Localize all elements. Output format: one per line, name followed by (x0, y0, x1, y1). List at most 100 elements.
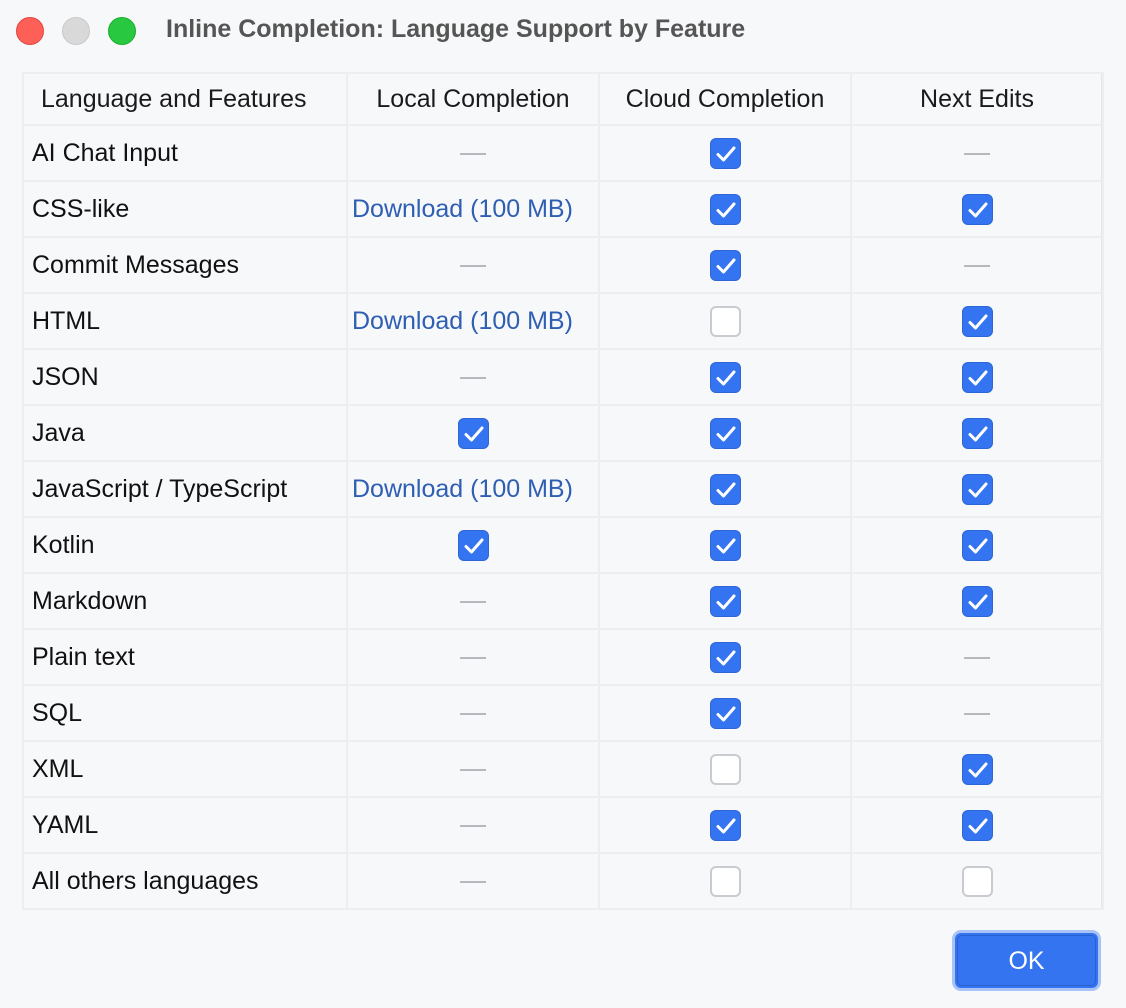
checkmark-icon (968, 482, 987, 497)
language-name-cell: Markdown (22, 572, 348, 630)
language-name-cell: Java (22, 404, 348, 462)
cloud-completion-cell (598, 460, 852, 518)
table-row: JSON (22, 348, 1104, 406)
cloud-completion-checkbox[interactable] (709, 361, 741, 393)
cloud-completion-cell (598, 572, 852, 630)
next-edits-cell (850, 124, 1104, 182)
cloud-completion-checkbox[interactable] (709, 753, 741, 785)
next-edits-cell (850, 292, 1104, 350)
next-edits-cell (850, 180, 1104, 238)
table-row: Plain text (22, 628, 1104, 686)
zoom-window-button[interactable] (108, 17, 136, 45)
language-name-cell: CSS-like (22, 180, 348, 238)
cloud-completion-checkbox[interactable] (709, 529, 741, 561)
language-name-cell: JSON (22, 348, 348, 406)
language-name-cell: SQL (22, 684, 348, 742)
language-name-cell: Plain text (22, 628, 348, 686)
language-name-cell: JavaScript / TypeScript (22, 460, 348, 518)
column-header-language: Language and Features (22, 72, 348, 126)
download-link[interactable]: Download (100 MB) (352, 307, 573, 335)
local-completion-cell (346, 684, 600, 742)
cloud-completion-checkbox[interactable] (709, 697, 741, 729)
checkmark-icon (968, 538, 987, 553)
table-row: JavaScript / TypeScript Download (100 MB) (22, 460, 1104, 518)
download-link[interactable]: Download (100 MB) (352, 195, 573, 223)
not-supported-dash (964, 656, 990, 659)
next-edits-cell (850, 348, 1104, 406)
cloud-completion-checkbox[interactable] (709, 809, 741, 841)
local-completion-cell (346, 124, 600, 182)
next-edits-cell (850, 796, 1104, 854)
cloud-completion-cell (598, 740, 852, 798)
checkmark-icon (716, 370, 735, 385)
table-row: All others languages (22, 852, 1104, 910)
table-body: AI Chat Input CSS-like Download (100 MB) Co… (22, 124, 1104, 910)
cloud-completion-checkbox[interactable] (709, 641, 741, 673)
cloud-completion-checkbox[interactable] (709, 305, 741, 337)
not-supported-dash (460, 152, 486, 155)
table-row: YAML (22, 796, 1104, 854)
checkmark-icon (968, 314, 987, 329)
download-link[interactable]: Download (100 MB) (352, 475, 573, 503)
next-edits-cell (850, 236, 1104, 294)
cloud-completion-checkbox[interactable] (709, 865, 741, 897)
local-completion-checkbox[interactable] (457, 417, 489, 449)
next-edits-cell (850, 516, 1104, 574)
checkmark-icon (716, 482, 735, 497)
local-completion-cell: Download (100 MB) (346, 292, 600, 350)
local-completion-cell (346, 740, 600, 798)
cloud-completion-cell (598, 516, 852, 574)
not-supported-dash (460, 600, 486, 603)
not-supported-dash (460, 824, 486, 827)
table-row: AI Chat Input (22, 124, 1104, 182)
language-name-cell: All others languages (22, 852, 348, 910)
not-supported-dash (460, 768, 486, 771)
table-row: Java (22, 404, 1104, 462)
title-bar: Inline Completion: Language Support by F… (0, 0, 1126, 64)
ok-button[interactable]: OK (952, 930, 1101, 991)
checkmark-icon (968, 762, 987, 777)
table-row: Commit Messages (22, 236, 1104, 294)
cloud-completion-cell (598, 852, 852, 910)
cloud-completion-cell (598, 404, 852, 462)
ok-button-label: OK (957, 935, 1096, 986)
next-edits-checkbox[interactable] (961, 193, 993, 225)
checkmark-icon (716, 818, 735, 833)
local-completion-cell (346, 516, 600, 574)
close-window-button[interactable] (16, 17, 44, 45)
next-edits-checkbox[interactable] (961, 529, 993, 561)
language-support-table: Language and Features Local Completion C… (22, 72, 1104, 910)
table-row: XML (22, 740, 1104, 798)
next-edits-checkbox[interactable] (961, 417, 993, 449)
table-row: SQL (22, 684, 1104, 742)
next-edits-checkbox[interactable] (961, 305, 993, 337)
cloud-completion-checkbox[interactable] (709, 585, 741, 617)
next-edits-checkbox[interactable] (961, 809, 993, 841)
local-completion-cell (346, 236, 600, 294)
next-edits-checkbox[interactable] (961, 473, 993, 505)
column-header-cloud-completion: Cloud Completion (598, 72, 852, 126)
next-edits-checkbox[interactable] (961, 585, 993, 617)
local-completion-cell (346, 628, 600, 686)
cloud-completion-checkbox[interactable] (709, 193, 741, 225)
local-completion-cell (346, 572, 600, 630)
next-edits-checkbox[interactable] (961, 753, 993, 785)
checkmark-icon (716, 706, 735, 721)
not-supported-dash (460, 376, 486, 379)
next-edits-checkbox[interactable] (961, 865, 993, 897)
checkmark-icon (716, 146, 735, 161)
local-completion-checkbox[interactable] (457, 529, 489, 561)
checkmark-icon (968, 426, 987, 441)
cloud-completion-checkbox[interactable] (709, 249, 741, 281)
cloud-completion-checkbox[interactable] (709, 137, 741, 169)
not-supported-dash (460, 880, 486, 883)
not-supported-dash (964, 264, 990, 267)
cloud-completion-checkbox[interactable] (709, 417, 741, 449)
next-edits-cell (850, 404, 1104, 462)
next-edits-checkbox[interactable] (961, 361, 993, 393)
cloud-completion-checkbox[interactable] (709, 473, 741, 505)
column-header-next-edits: Next Edits (850, 72, 1104, 126)
minimize-window-button[interactable] (62, 17, 90, 45)
not-supported-dash (460, 712, 486, 715)
cloud-completion-cell (598, 628, 852, 686)
